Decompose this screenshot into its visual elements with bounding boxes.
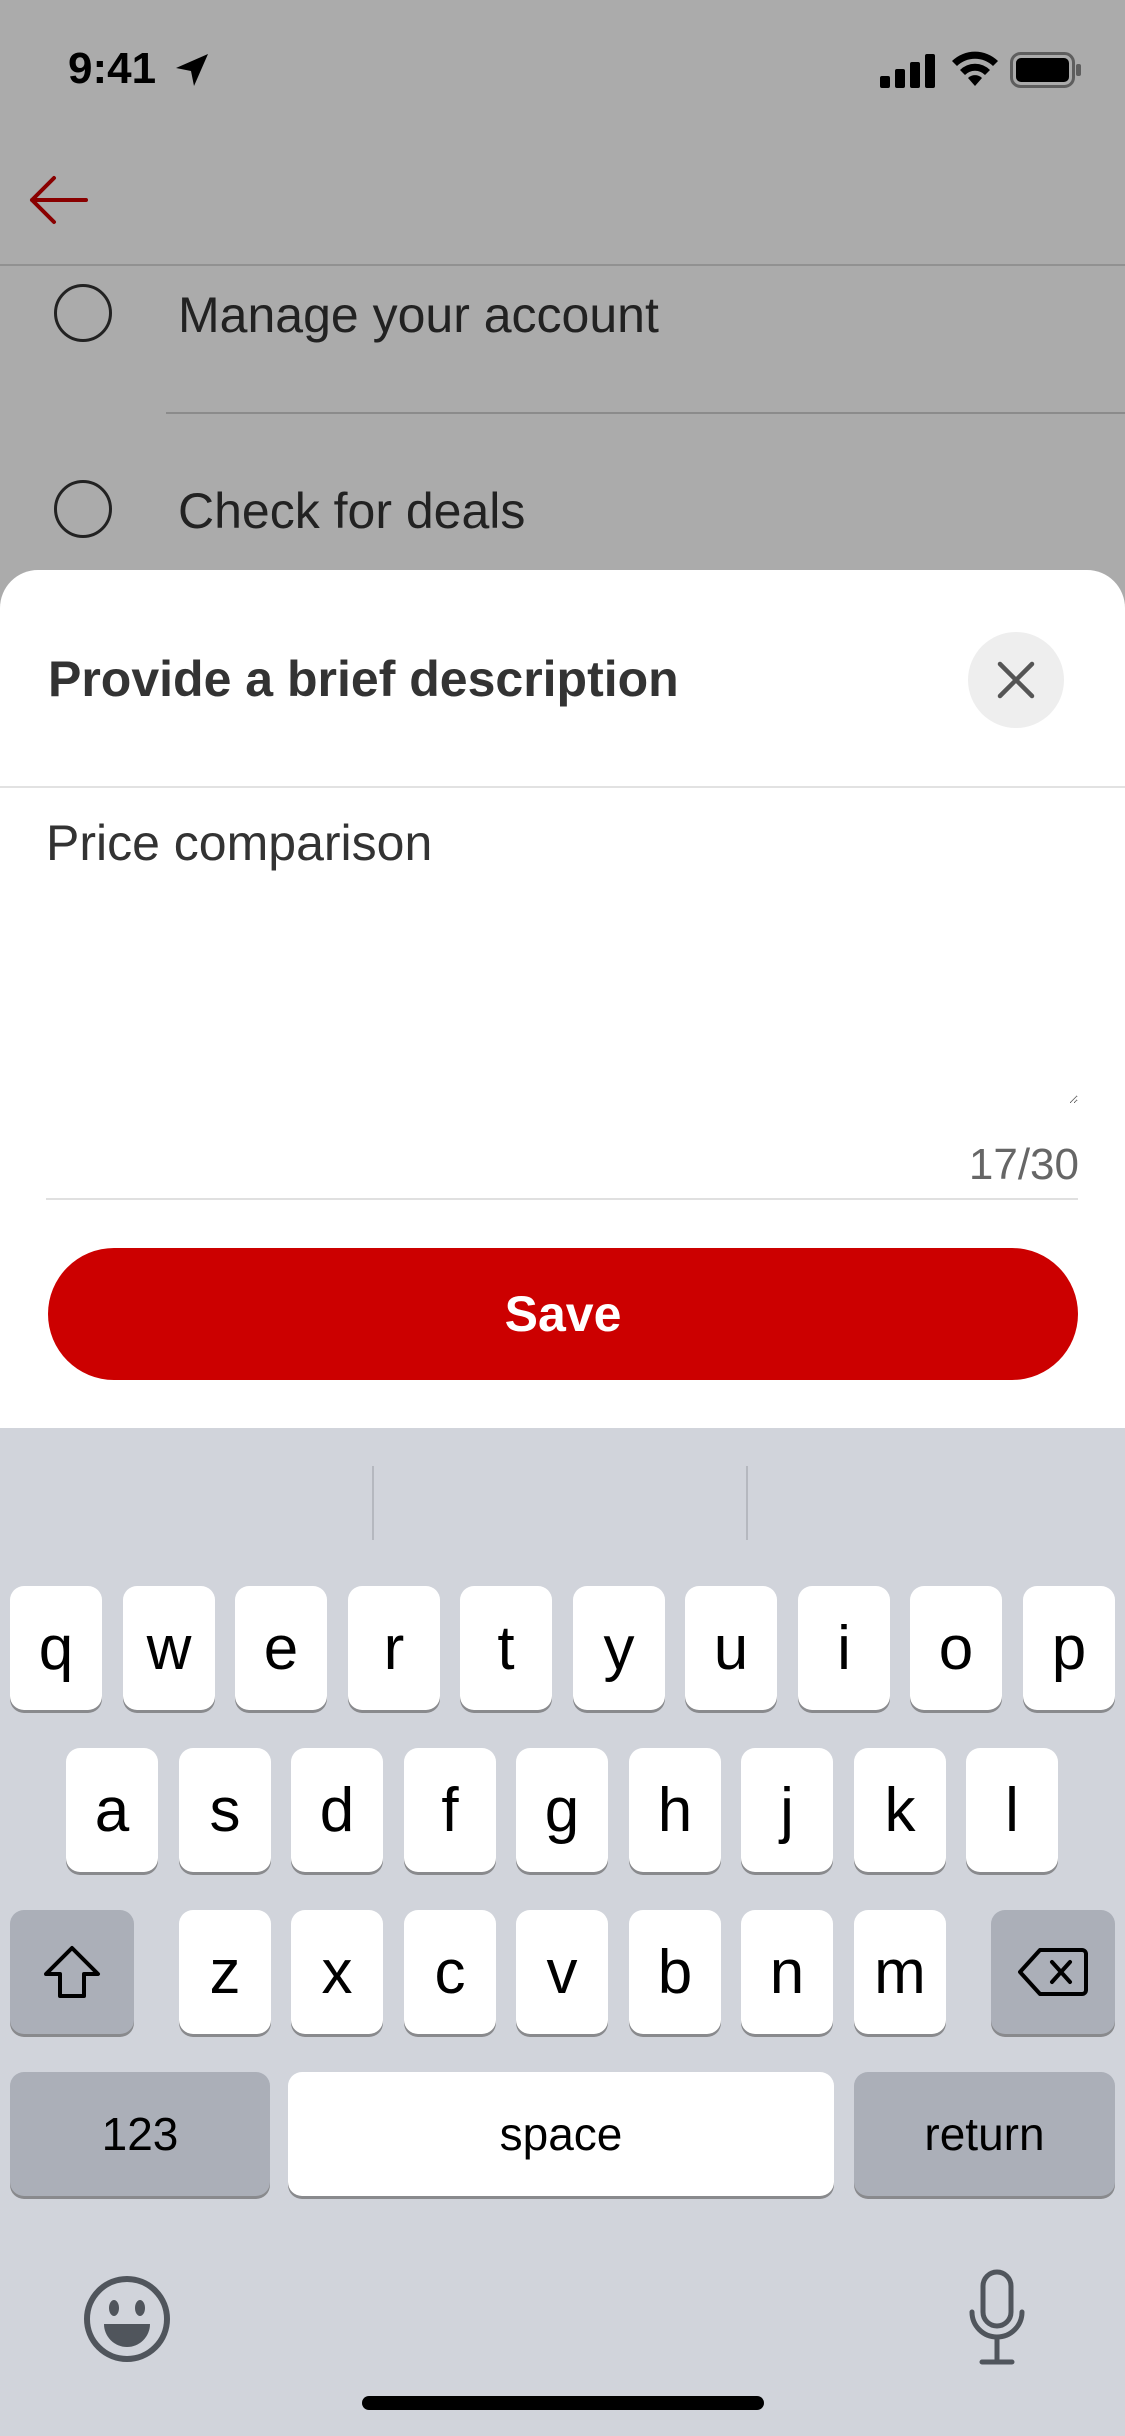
key-a[interactable]: a <box>66 1748 158 1872</box>
key-h[interactable]: h <box>629 1748 721 1872</box>
close-button[interactable] <box>968 632 1064 728</box>
key-z[interactable]: z <box>179 1910 271 2034</box>
key-f[interactable]: f <box>404 1748 496 1872</box>
shift-icon <box>44 1946 100 1998</box>
delete-key[interactable] <box>991 1910 1115 2034</box>
key-o[interactable]: o <box>910 1586 1002 1710</box>
shift-key[interactable] <box>10 1910 134 2034</box>
return-key[interactable]: return <box>854 2072 1115 2196</box>
key-d[interactable]: d <box>291 1748 383 1872</box>
key-j[interactable]: j <box>741 1748 833 1872</box>
key-p[interactable]: p <box>1023 1586 1115 1710</box>
keyboard: q w e r t y u i o p a s d f g h j k l z … <box>0 1428 1125 2436</box>
key-c[interactable]: c <box>404 1910 496 2034</box>
bottom-sheet: Provide a brief description Price compar… <box>0 570 1125 2436</box>
sheet-title: Provide a brief description <box>48 651 679 707</box>
key-u[interactable]: u <box>685 1586 777 1710</box>
key-v[interactable]: v <box>516 1910 608 2034</box>
key-t[interactable]: t <box>460 1586 552 1710</box>
key-m[interactable]: m <box>854 1910 946 2034</box>
key-i[interactable]: i <box>798 1586 890 1710</box>
field-underline <box>46 1198 1078 1200</box>
home-indicator <box>362 2396 764 2410</box>
numbers-key[interactable]: 123 <box>10 2072 270 2196</box>
save-button[interactable]: Save <box>48 1248 1078 1380</box>
key-w[interactable]: w <box>123 1586 215 1710</box>
space-key[interactable]: space <box>288 2072 834 2196</box>
suggestion-separator <box>746 1466 748 1540</box>
key-k[interactable]: k <box>854 1748 946 1872</box>
character-counter: 17/30 <box>968 1140 1079 1189</box>
suggestion-separator <box>372 1466 374 1540</box>
key-q[interactable]: q <box>10 1586 102 1710</box>
delete-icon <box>1018 1948 1088 1996</box>
key-n[interactable]: n <box>741 1910 833 2034</box>
close-icon <box>997 661 1035 699</box>
key-r[interactable]: r <box>348 1586 440 1710</box>
sheet-divider <box>0 786 1125 788</box>
key-g[interactable]: g <box>516 1748 608 1872</box>
key-e[interactable]: e <box>235 1586 327 1710</box>
key-l[interactable]: l <box>966 1748 1058 1872</box>
microphone-icon[interactable] <box>966 2268 1028 2368</box>
key-s[interactable]: s <box>179 1748 271 1872</box>
description-input[interactable]: Price comparison <box>46 814 1078 1104</box>
emoji-icon[interactable] <box>82 2274 172 2364</box>
key-y[interactable]: y <box>573 1586 665 1710</box>
key-x[interactable]: x <box>291 1910 383 2034</box>
key-b[interactable]: b <box>629 1910 721 2034</box>
